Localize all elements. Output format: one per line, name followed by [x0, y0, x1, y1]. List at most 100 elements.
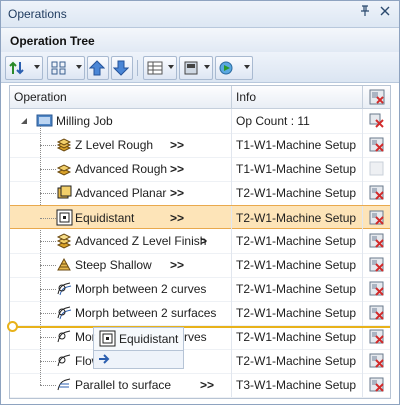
- tree-row[interactable]: Morph between 2 curves T2-W1-Machine Setu…: [10, 277, 390, 302]
- collapse-icon[interactable]: [20, 117, 28, 125]
- calculate-button[interactable]: [215, 56, 253, 80]
- calculate-icon: [219, 61, 233, 75]
- operation-info: T1-W1-Machine Setup: [236, 138, 357, 152]
- operation-info: T2-W1-Machine Setup: [236, 306, 357, 320]
- operation-arrows: >>: [170, 211, 185, 225]
- view-mode-button[interactable]: [47, 56, 85, 80]
- status-error-icon[interactable]: [369, 329, 384, 344]
- window-title: Operations: [8, 7, 67, 21]
- status-error-icon[interactable]: [369, 185, 384, 200]
- status-error-icon[interactable]: [369, 377, 384, 392]
- tree-row[interactable]: Advanced Z Level Finish > T2-W1-Machine Se…: [10, 229, 390, 254]
- milling-job-icon: [36, 114, 53, 127]
- tree-row[interactable]: Flow T2-W1-Machine Setup: [10, 349, 390, 374]
- steep-shallow-icon: [57, 257, 71, 271]
- root-status-icon[interactable]: [369, 113, 384, 128]
- operation-arrows: >: [200, 234, 208, 248]
- panel-header: Operation Tree: [1, 28, 399, 52]
- operation-name: Advanced Rough: [75, 162, 168, 176]
- status-error-icon[interactable]: [369, 137, 384, 152]
- move-cursor-icon: [99, 354, 110, 364]
- operation-name: Advanced Planar: [75, 186, 167, 200]
- operation-arrows: >>: [170, 138, 185, 152]
- operation-info: T2-W1-Machine Setup: [236, 282, 357, 296]
- equidistant-icon: [56, 209, 73, 226]
- operation-arrows: >>: [170, 162, 185, 176]
- operation-name: Equidistant: [75, 211, 135, 225]
- tree-row[interactable]: Advanced Planar >> T2-W1-Machine Setup: [10, 181, 390, 206]
- tree-row[interactable]: Mor rves T2-W1-Machine Setup: [10, 325, 390, 350]
- drag-label: Equidistant: [119, 332, 179, 346]
- drag-cursor-box: [93, 350, 184, 369]
- advanced-rough-icon: [56, 164, 72, 176]
- operation-info: T2-W1-Machine Setup: [236, 186, 357, 200]
- pin-icon[interactable]: [357, 5, 373, 21]
- operation-info: T3-W1-Machine Setup: [236, 378, 357, 392]
- move-up-button[interactable]: [87, 56, 109, 80]
- status-idle-icon[interactable]: [369, 161, 384, 176]
- panel-title: Operation Tree: [10, 34, 95, 48]
- settings-button[interactable]: [179, 56, 213, 80]
- status-header-icon[interactable]: [369, 89, 385, 105]
- drag-preview: Equidistant: [93, 327, 184, 351]
- column-header-info[interactable]: Info: [236, 90, 256, 104]
- move-down-button[interactable]: [111, 56, 133, 80]
- flow-icon: [57, 354, 71, 367]
- status-error-icon[interactable]: [369, 257, 384, 272]
- column-header-operation[interactable]: Operation: [14, 90, 67, 104]
- morph-icon: [57, 330, 71, 343]
- tree-row-root[interactable]: Milling Job Op Count : 11: [10, 109, 390, 134]
- status-error-icon[interactable]: [369, 353, 384, 368]
- grid-view-icon: [51, 61, 66, 75]
- table-view-button[interactable]: [143, 56, 177, 80]
- morph-surfaces-icon: [57, 306, 72, 320]
- root-name: Milling Job: [56, 114, 113, 128]
- sort-icon: [9, 61, 24, 75]
- operation-info: T1-W1-Machine Setup: [236, 162, 357, 176]
- operation-name: Advanced Z Level Finish: [75, 234, 207, 248]
- arrow-up-icon: [89, 60, 105, 76]
- drop-indicator-dot: [7, 321, 18, 332]
- tree-row[interactable]: Steep Shallow >> T2-W1-Machine Setup: [10, 253, 390, 278]
- operation-name-tail: rves: [184, 330, 207, 344]
- drop-indicator-line: [10, 326, 390, 328]
- operations-panel: Operations Operation Tree Operation Info…: [0, 0, 400, 405]
- operation-tree-grid: Operation Info Milling Job Op Count : 11…: [9, 85, 391, 399]
- operation-arrows: >>: [200, 378, 215, 392]
- operation-info: T2-W1-Machine Setup: [236, 211, 357, 225]
- operation-name: Morph between 2 curves: [75, 282, 207, 296]
- status-error-icon[interactable]: [369, 305, 384, 320]
- toolbar: [1, 52, 399, 83]
- close-icon[interactable]: [377, 5, 393, 21]
- status-error-icon[interactable]: [369, 233, 384, 248]
- tree-row[interactable]: Equidistant >> T2-W1-Machine Setup: [10, 205, 390, 230]
- operation-info: T2-W1-Machine Setup: [236, 234, 357, 248]
- parallel-surface-icon: [57, 378, 71, 391]
- operation-name: Parallel to surface: [75, 378, 172, 392]
- tree-row[interactable]: Parallel to surface >> T3-W1-Machine Setup: [10, 373, 390, 398]
- operation-name: Z Level Rough: [75, 138, 154, 152]
- window-titlebar: Operations: [1, 1, 399, 28]
- table-icon: [147, 61, 163, 75]
- operation-arrows: >>: [170, 186, 185, 200]
- operation-info: T2-W1-Machine Setup: [236, 258, 357, 272]
- tree-row[interactable]: Advanced Rough >> T1-W1-Machine Setup: [10, 157, 390, 182]
- root-info: Op Count : 11: [236, 114, 310, 128]
- operation-arrows: >>: [170, 258, 185, 272]
- operation-name: Morph between 2 surfaces: [75, 306, 217, 320]
- status-error-icon[interactable]: [369, 210, 384, 225]
- operation-name: Steep Shallow: [75, 258, 152, 272]
- tree-row[interactable]: Morph between 2 surfaces T2-W1-Machine Se…: [10, 301, 390, 326]
- operation-info: T2-W1-Machine Setup: [236, 330, 357, 344]
- tree-row[interactable]: Z Level Rough >> T1-W1-Machine Setup: [10, 133, 390, 158]
- z-level-rough-icon: [56, 138, 72, 152]
- sort-button[interactable]: [5, 56, 43, 80]
- morph-curves-icon: [57, 282, 72, 296]
- equidistant-icon: [99, 330, 116, 347]
- z-level-finish-icon: [56, 233, 72, 249]
- operation-info: T2-W1-Machine Setup: [236, 354, 357, 368]
- arrow-down-icon: [113, 60, 129, 76]
- advanced-planar-icon: [57, 185, 72, 199]
- settings-icon: [184, 61, 198, 75]
- status-error-icon[interactable]: [369, 281, 384, 296]
